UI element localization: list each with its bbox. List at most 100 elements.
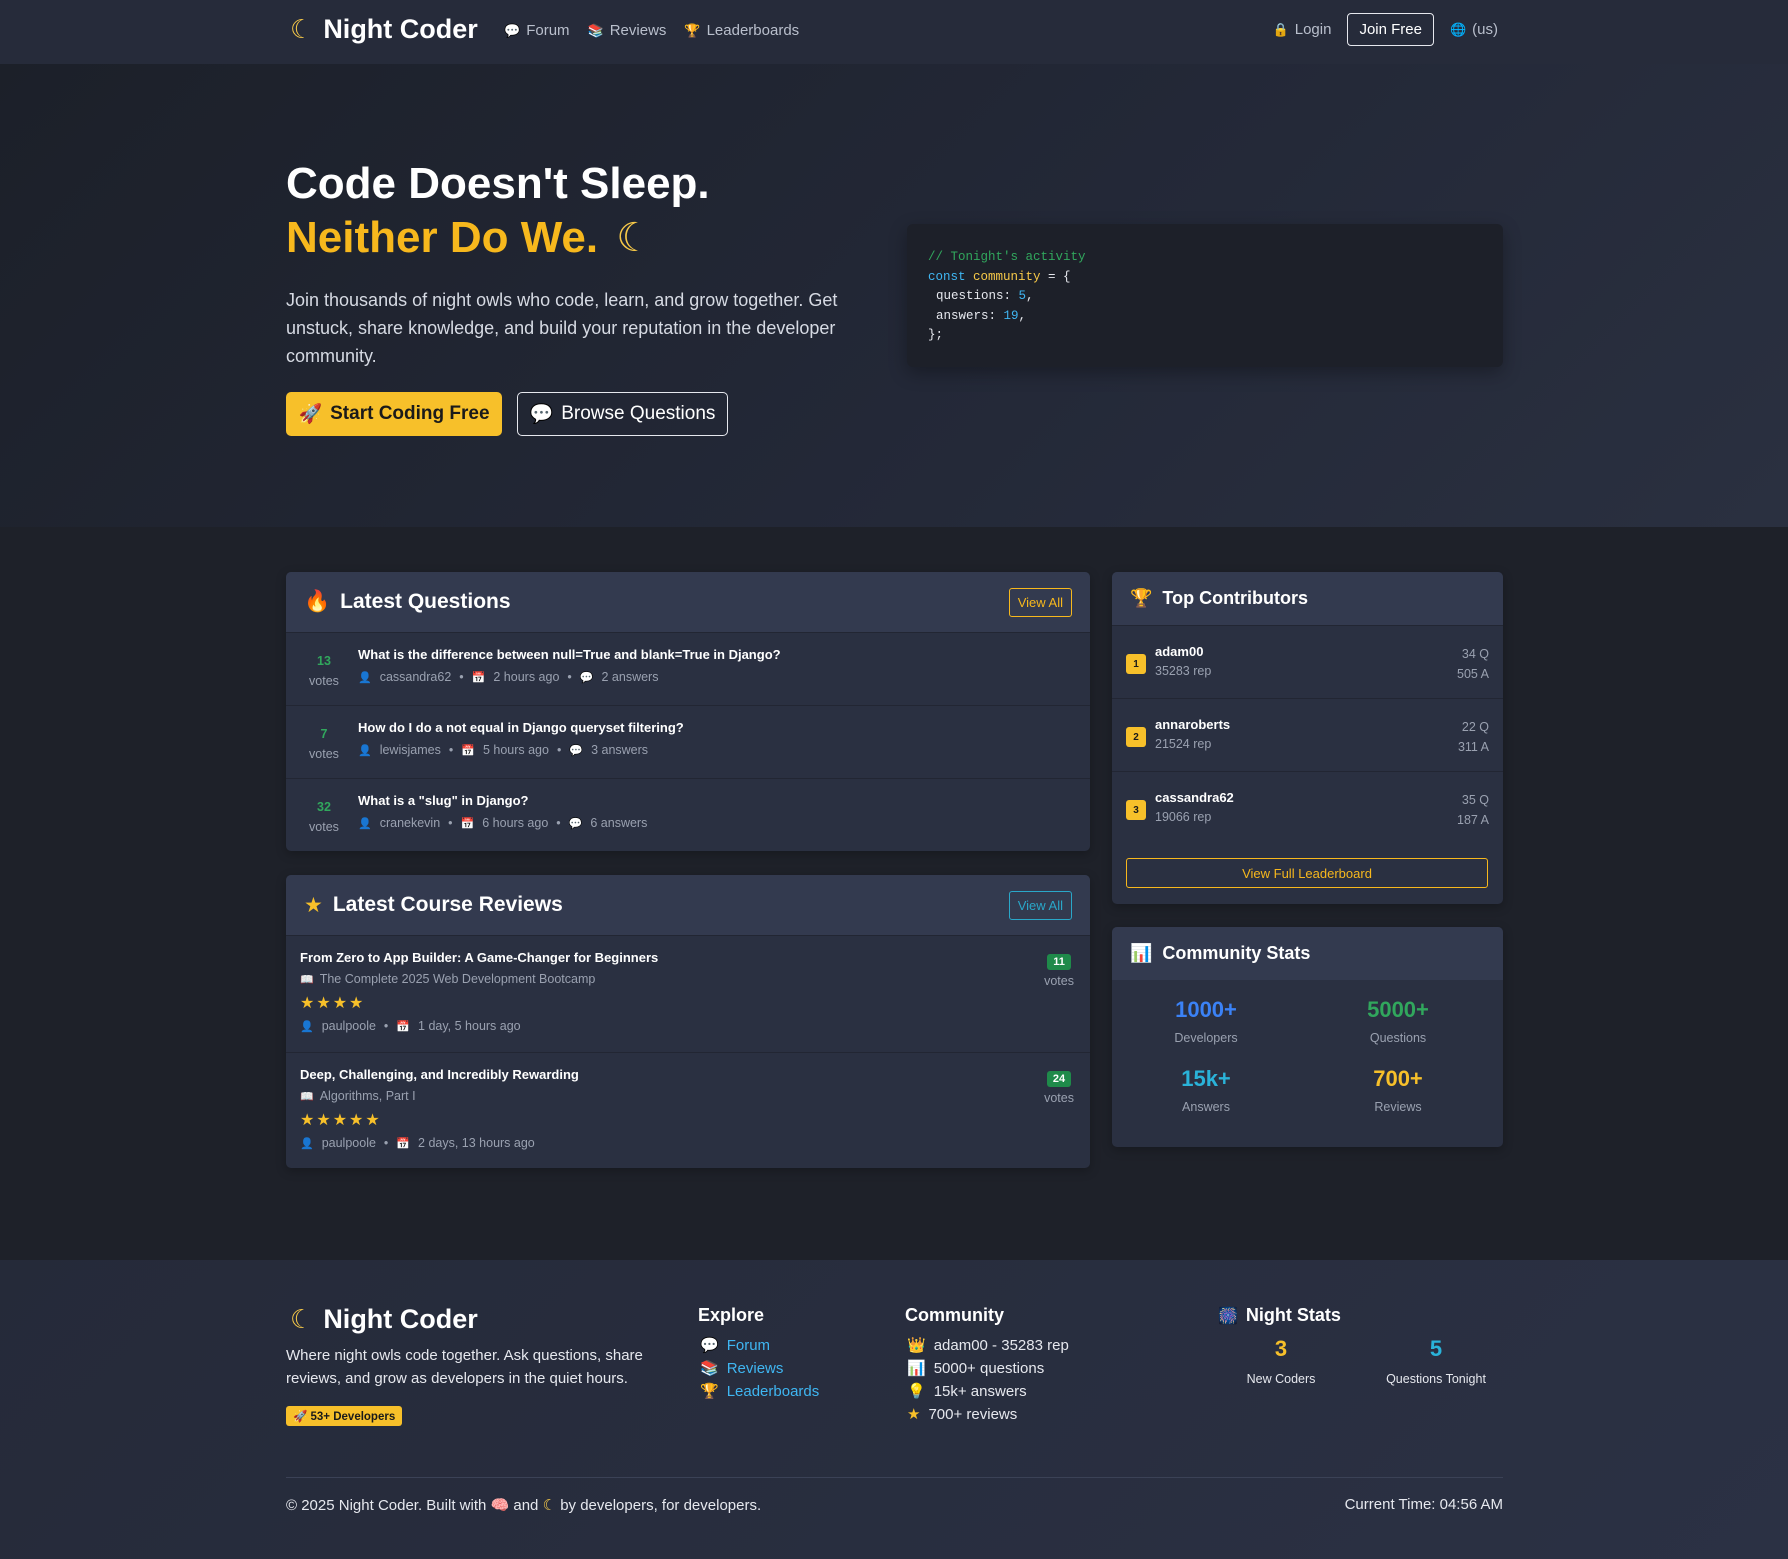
answer-count: 505 A (1457, 667, 1489, 681)
login-link[interactable]: 🔒 Login (1273, 21, 1332, 38)
hero-title: Code Doesn't Sleep. (286, 159, 710, 208)
code-var: community (973, 269, 1041, 284)
question-count: 22 Q (1461, 720, 1489, 734)
community-heading: Community (905, 1305, 1004, 1325)
contributor-row[interactable]: 3 cassandra62 19066 rep 35 Q 187 A (1112, 771, 1503, 844)
separator: • (567, 670, 572, 684)
question-author[interactable]: cranekevin (380, 816, 440, 830)
question-author[interactable]: cassandra62 (380, 670, 452, 684)
review-vote-label: votes (1044, 974, 1074, 988)
questions-title: Latest Questions (340, 590, 511, 613)
contributor-row[interactable]: 2 annaroberts 21524 rep 22 Q 311 A (1112, 698, 1503, 771)
answer-count: 3 answers (591, 743, 649, 757)
nav-leaderboards[interactable]: 🏆 Leaderboards (684, 22, 799, 39)
community-item-text: 700+ reviews (928, 1406, 1018, 1423)
browse-questions-button[interactable]: 💬 Browse Questions (517, 392, 728, 436)
vote-label: votes (309, 820, 339, 834)
footer-link-label: Leaderboards (726, 1383, 820, 1400)
view-full-leaderboard-button[interactable]: View Full Leaderboard (1126, 858, 1488, 888)
start-coding-button[interactable]: 🚀 Start Coding Free (286, 392, 502, 436)
question-row[interactable]: 13 votes What is the difference between n… (286, 632, 1090, 705)
review-row[interactable]: From Zero to App Builder: A Game-Changer… (286, 935, 1090, 1052)
fire-icon: 🔥 (304, 590, 331, 613)
review-row[interactable]: Deep, Challenging, and Incredibly Reward… (286, 1052, 1090, 1168)
nav-reviews[interactable]: 📚 Reviews (588, 22, 667, 39)
separator: • (556, 743, 562, 757)
calendar-icon: 📅 (396, 1020, 411, 1033)
contributor-counts: 22 Q 311 A (1458, 717, 1489, 757)
speech-bubble-icon: 💬 (700, 1337, 719, 1354)
crown-icon: 👑 (907, 1337, 926, 1354)
community-item: ★ 700+ reviews (907, 1403, 1069, 1426)
reviews-view-all-button[interactable]: View All (1008, 890, 1072, 920)
contributor-rep: 19066 rep (1155, 810, 1212, 824)
speech-bubble-icon: 💬 (529, 404, 554, 425)
rank-badge: 2 (1126, 727, 1146, 747)
question-author[interactable]: lewisjames (380, 743, 441, 757)
user-icon: 👤 (358, 817, 372, 830)
separator: • (448, 743, 454, 757)
contributor-name[interactable]: cassandra62 (1155, 790, 1234, 805)
review-votes: 24 votes (1044, 1071, 1074, 1105)
question-title-link[interactable]: What is the difference between null=True… (358, 647, 781, 662)
stat-value: 1000+ (1175, 997, 1237, 1022)
review-vote-label: votes (1044, 1091, 1074, 1105)
separator: • (448, 816, 453, 830)
community-item-text: 15k+ answers (933, 1383, 1027, 1400)
star-rating: ★★★★★ (300, 1112, 382, 1129)
footer-link-reviews[interactable]: 📚 Reviews (700, 1357, 819, 1380)
nav-forum[interactable]: 💬 Forum (504, 22, 570, 39)
footer-link-forum[interactable]: 💬 Forum (700, 1334, 819, 1357)
review-author[interactable]: paulpoole (322, 1019, 376, 1033)
contributor-name[interactable]: adam00 (1155, 644, 1203, 659)
community-item: 📊 5000+ questions (907, 1357, 1069, 1380)
rocket-icon: 🚀 (298, 404, 323, 425)
reviews-title: Latest Course Reviews (332, 893, 563, 916)
nav-leaderboards-label: Leaderboards (706, 22, 800, 39)
star-rating: ★★★★ (300, 995, 366, 1012)
community-item-text: 5000+ questions (933, 1360, 1045, 1377)
locale-selector[interactable]: 🌐 (us) (1450, 21, 1498, 38)
copyright: © 2025 Night Coder. Built with 🧠 and ☾ b… (286, 1496, 761, 1514)
question-row[interactable]: 7 votes How do I do a not equal in Django… (286, 705, 1090, 778)
question-title-link[interactable]: What is a "slug" in Django? (358, 793, 647, 808)
answer-count: 311 A (1457, 740, 1489, 754)
stat-value: 700+ (1373, 1066, 1423, 1091)
code-close: }; (928, 328, 944, 342)
night-stat-value: 3 (1274, 1336, 1288, 1361)
stat-label: Questions (1369, 1031, 1427, 1045)
bar-chart-icon: 📊 (907, 1360, 926, 1377)
vote-count: 13 votes (300, 647, 348, 691)
footer-link-leaderboards[interactable]: 🏆 Leaderboards (700, 1380, 819, 1403)
question-row[interactable]: 32 votes What is a "slug" in Django? 👤 cra… (286, 778, 1090, 851)
join-free-button[interactable]: Join Free (1347, 13, 1434, 46)
brand-logo[interactable]: ☾ Night Coder (290, 14, 478, 45)
moon-icon: ☾ (290, 1304, 314, 1334)
code-q-val: 5 (1018, 289, 1027, 303)
stat-value: 15k+ (1181, 1066, 1231, 1091)
review-title-link[interactable]: From Zero to App Builder: A Game-Changer… (300, 950, 1076, 965)
hero-subtitle: Neither Do We. ☾ (286, 211, 652, 265)
code-q-label: questions: (936, 289, 1019, 303)
developers-badge-text: 53+ Developers (310, 1411, 396, 1423)
questions-view-all-button[interactable]: View All (1008, 587, 1072, 617)
contributor-name[interactable]: annaroberts (1155, 717, 1230, 732)
contributor-rep: 35283 rep (1155, 664, 1212, 678)
night-stat-questions: 5 Questions Tonight (1346, 1336, 1526, 1386)
rank-badge: 1 (1126, 654, 1146, 674)
vote-count: 32 votes (300, 793, 348, 837)
community-list: 👑 adam00 - 35283 rep 📊 5000+ questions 💡 15… (907, 1334, 1069, 1426)
review-time: 2 days, 13 hours ago (418, 1136, 535, 1150)
vote-number: 13 (317, 654, 331, 668)
books-icon: 📚 (700, 1360, 719, 1377)
calendar-icon: 📅 (471, 671, 486, 684)
question-title-link[interactable]: How do I do a not equal in Django querys… (358, 720, 684, 735)
contributor-row[interactable]: 1 adam00 35283 rep 34 Q 505 A (1112, 625, 1503, 698)
stats-title: Community Stats (1162, 943, 1311, 963)
footer-brand[interactable]: ☾ Night Coder (290, 1304, 478, 1335)
review-author[interactable]: paulpoole (322, 1136, 376, 1150)
latest-questions-card: 🔥 Latest Questions View All 13 votes What i… (286, 572, 1090, 851)
night-stat-label: Questions Tonight (1386, 1372, 1486, 1386)
review-title-link[interactable]: Deep, Challenging, and Incredibly Reward… (300, 1067, 1076, 1082)
course-name: The Complete 2025 Web Development Bootca… (319, 972, 596, 986)
